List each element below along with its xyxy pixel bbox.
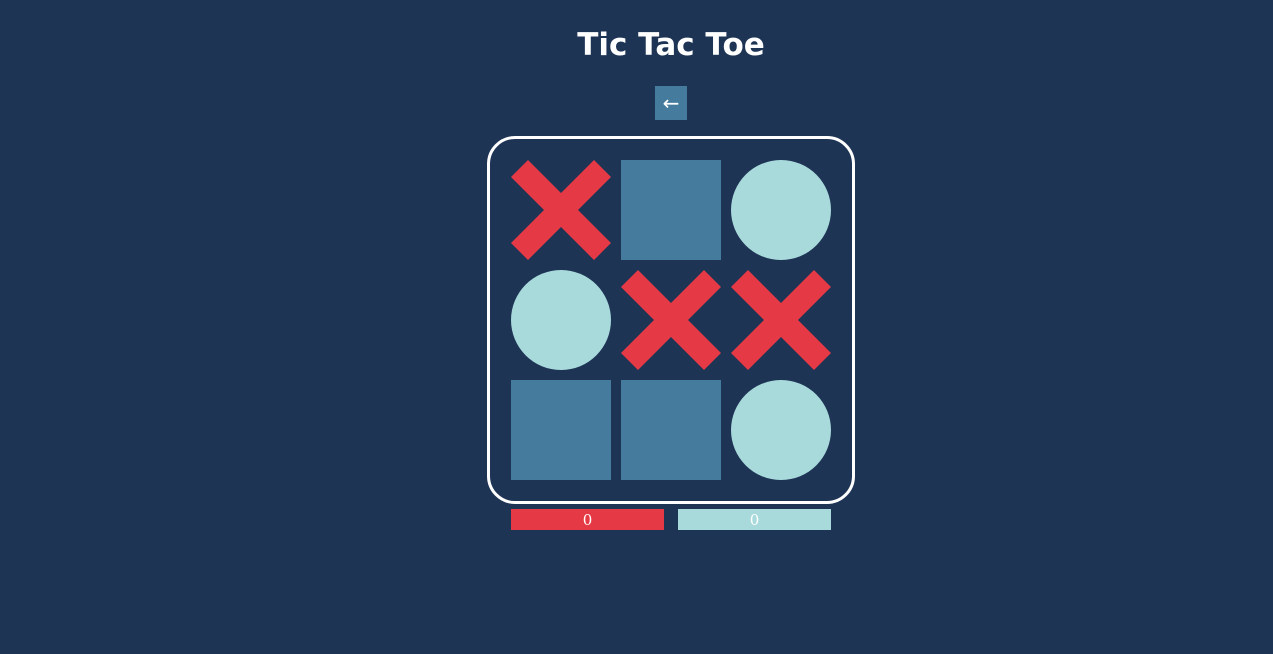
- board-cell-x[interactable]: [511, 160, 611, 260]
- board-cell-empty[interactable]: [511, 380, 611, 480]
- o-score-bar: 0: [678, 509, 831, 530]
- board-cell-o[interactable]: [511, 270, 611, 370]
- back-button[interactable]: ←: [655, 86, 687, 120]
- board-cell-x[interactable]: [621, 270, 721, 370]
- game-title: Tic Tac Toe: [577, 27, 765, 63]
- board-cell-x[interactable]: [731, 270, 831, 370]
- x-score-bar: 0: [511, 509, 664, 530]
- board-cell-empty[interactable]: [621, 380, 721, 480]
- board-cell-o[interactable]: [731, 160, 831, 260]
- board-cell-o[interactable]: [731, 380, 831, 480]
- x-mark-icon: [511, 160, 611, 260]
- game-board: [487, 136, 855, 504]
- x-mark-icon: [731, 270, 831, 370]
- board-cell-empty[interactable]: [621, 160, 721, 260]
- x-mark-icon: [621, 270, 721, 370]
